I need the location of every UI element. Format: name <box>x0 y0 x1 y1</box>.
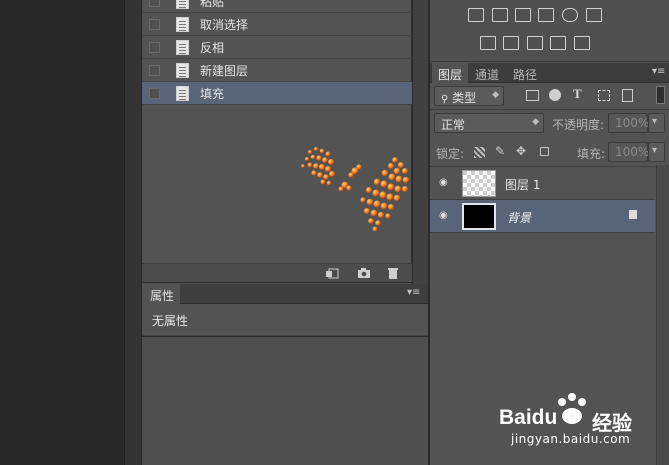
history-source-checkbox[interactable] <box>149 64 160 76</box>
tab-paths[interactable]: 路径 <box>513 63 537 83</box>
layer-thumbnail <box>462 203 496 230</box>
layer-row[interactable]: ◉ 图层 1 <box>430 167 655 200</box>
blend-mode-select[interactable]: 正常 ◆ <box>434 113 544 133</box>
history-state-icon <box>176 16 189 32</box>
lock-image-pixels-icon[interactable]: ✎ <box>495 144 505 158</box>
baidu-watermark: Baidu 经验 jingyan.baidu.com <box>496 390 666 456</box>
fill-input[interactable]: 100% <box>608 142 649 162</box>
paw-logo-icon <box>558 393 586 424</box>
properties-tab-bar <box>142 284 428 304</box>
smart-object-filter-icon[interactable] <box>622 89 633 102</box>
color-balance-icon[interactable] <box>480 36 496 50</box>
lock-label: 锁定: <box>436 147 465 161</box>
history-state-icon <box>176 62 189 78</box>
lock-all-icon[interactable] <box>540 147 549 156</box>
properties-panel-body <box>142 337 428 465</box>
panel-divider <box>412 0 428 284</box>
type-filter-icon[interactable]: T <box>573 86 582 102</box>
history-item[interactable]: 取消选择 <box>142 13 412 36</box>
shape-filter-icon[interactable] <box>598 90 610 101</box>
history-panel: 粘贴 取消选择 反相 新建图层 填充 <box>142 0 412 284</box>
layer-filter-label: 类型 <box>452 91 477 105</box>
history-item-label: 取消选择 <box>200 17 249 32</box>
chevron-down-icon: ◆ <box>492 90 499 100</box>
history-item[interactable]: 新建图层 <box>142 59 412 82</box>
layer-name: 图层 1 <box>505 178 541 192</box>
opacity-label: 不透明度: <box>552 118 605 132</box>
history-item-label: 新建图层 <box>200 63 249 78</box>
history-state-icon <box>176 85 189 101</box>
photo-filter-icon[interactable] <box>527 36 543 50</box>
history-item[interactable]: 反相 <box>142 36 412 59</box>
history-source-checkbox[interactable] <box>149 87 160 99</box>
tab-channels[interactable]: 通道 <box>475 63 499 83</box>
channel-mixer-icon[interactable] <box>550 36 566 50</box>
history-state-icon <box>176 0 189 9</box>
color-lookup-icon[interactable] <box>574 36 590 50</box>
search-icon: ⚲ <box>441 94 449 105</box>
history-source-checkbox[interactable] <box>149 18 160 30</box>
panel-menu-icon[interactable]: ▾≡ <box>652 66 665 77</box>
new-document-from-state-icon[interactable] <box>325 268 339 279</box>
history-source-checkbox[interactable] <box>149 0 160 7</box>
curves-icon[interactable] <box>515 8 531 22</box>
vibrance-icon[interactable] <box>562 8 578 22</box>
panel-divider <box>124 0 142 465</box>
eye-icon[interactable]: ◉ <box>439 178 451 188</box>
opacity-slider-toggle[interactable]: ▾ <box>648 113 665 133</box>
history-panel-footer <box>142 263 412 283</box>
watermark-brand: Baidu <box>499 406 558 429</box>
fill-label: 填充: <box>577 147 606 161</box>
history-item-label: 反相 <box>200 40 225 55</box>
history-item-label: 填充 <box>200 86 225 101</box>
properties-empty-text: 无属性 <box>152 314 189 328</box>
layer-row-selected[interactable]: ◉ 背景 <box>430 200 655 233</box>
lock-icon <box>629 210 637 219</box>
black-white-icon[interactable] <box>503 36 519 50</box>
pixel-filter-icon[interactable] <box>526 90 539 101</box>
layer-filter-select[interactable]: ⚲ 类型 ◆ <box>434 86 504 106</box>
camera-icon[interactable] <box>357 268 371 279</box>
document-canvas-area <box>0 0 124 465</box>
tab-properties[interactable]: 属性 <box>142 284 180 304</box>
exposure-icon[interactable] <box>538 8 554 22</box>
opacity-input[interactable]: 100% <box>608 113 649 133</box>
watermark-domain: jingyan.baidu.com <box>511 432 631 446</box>
filter-toggle[interactable] <box>656 86 665 104</box>
levels-icon[interactable] <box>492 8 508 22</box>
history-source-checkbox[interactable] <box>149 41 160 53</box>
chevron-down-icon: ◆ <box>532 117 539 127</box>
blend-mode-value: 正常 <box>441 118 466 132</box>
divider <box>430 109 669 110</box>
eye-icon[interactable]: ◉ <box>439 211 451 221</box>
lock-transparent-pixels-icon[interactable] <box>474 147 485 158</box>
fill-slider-toggle[interactable]: ▾ <box>648 142 665 162</box>
trash-icon[interactable] <box>386 268 400 279</box>
layer-name: 背景 <box>507 211 532 225</box>
halftone-arrow-artwork <box>301 147 410 232</box>
tab-layers[interactable]: 图层 <box>432 63 468 83</box>
hue-saturation-icon[interactable] <box>586 8 602 22</box>
history-state-icon <box>176 39 189 55</box>
lock-position-icon[interactable]: ✥ <box>516 144 526 158</box>
adjustment-filter-icon[interactable] <box>549 89 561 101</box>
brightness-contrast-icon[interactable] <box>468 8 484 22</box>
adjustments-panel <box>430 0 669 62</box>
panel-menu-icon[interactable]: ▾≡ <box>407 287 425 299</box>
history-item[interactable]: 粘贴 <box>142 0 412 13</box>
layer-thumbnail <box>462 170 496 197</box>
history-item-selected[interactable]: 填充 <box>142 82 412 105</box>
history-item-label: 粘贴 <box>200 0 225 9</box>
